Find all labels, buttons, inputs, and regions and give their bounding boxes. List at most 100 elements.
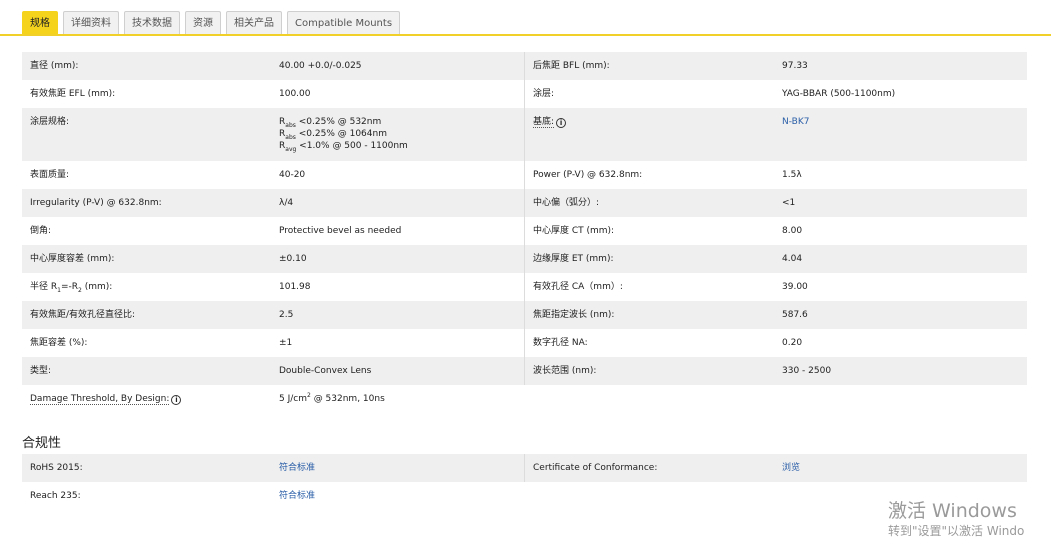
coating-spec-line: Rabs <0.25% @ 1064nm [279,128,516,140]
reach-link[interactable]: 符合标准 [279,491,315,501]
radius-label-pre: 半径 R [30,282,58,292]
table-row: 有效焦距/有效孔径直径比: 2.5 焦距指定波长 (nm): 587.6 [22,301,1027,329]
spec-label: Certificate of Conformance: [533,463,658,473]
substrate-label[interactable]: 基底: [533,117,555,128]
table-row: 直径 (mm): 40.00 +0.0/-0.025 后焦距 BFL (mm):… [22,52,1027,80]
spec-value: 587.6 [782,310,808,320]
coating-spec-text: <0.25% @ 1064nm [295,129,387,139]
spec-label: 有效焦距 EFL (mm): [30,89,116,99]
table-row: 倒角: Protective bevel as needed 中心厚度 CT (… [22,217,1027,245]
compliance-title: 合规性 [22,436,62,451]
spec-value: N-BK7 [774,108,1027,161]
spec-value: 100.00 [271,80,525,108]
spec-label: RoHS 2015: [30,463,83,473]
tab-details[interactable]: 详细资料 [63,11,119,34]
specifications-table: 直径 (mm): 40.00 +0.0/-0.025 后焦距 BFL (mm):… [22,52,1027,413]
spec-label: 中心厚度 CT (mm): [533,226,615,236]
table-row: RoHS 2015: 符合标准 Certificate of Conforman… [22,454,1027,482]
spec-value: ±0.10 [271,245,525,273]
spec-label: Irregularity (P-V) @ 632.8nm: [30,198,162,208]
radius-label-mid: =-R [60,282,78,292]
table-row: 半径 R1=-R2 (mm): 101.98 有效孔径 CA（mm）: 39.0… [22,273,1027,301]
spec-label: 半径 R1=-R2 (mm): [22,273,271,301]
damage-value-pre: 5 J/cm [279,394,307,404]
info-icon[interactable]: i [556,118,567,128]
spec-value: 5 J/cm2 @ 532nm, 10ns [271,385,525,413]
spec-label: 边缘厚度 ET (mm): [533,254,614,264]
spec-value: <1 [782,198,796,208]
spec-value: 4.04 [782,254,803,264]
tabs: 规格 详细资料 技术数据 资源 相关产品 Compatible Mounts [22,11,401,34]
table-row: Irregularity (P-V) @ 632.8nm: λ/4 中心偏（弧分… [22,189,1027,217]
spec-value: 浏览 [774,454,1027,482]
table-row: 有效焦距 EFL (mm): 100.00 涂层: YAG-BBAR (500-… [22,80,1027,108]
spec-label: 数字孔径 NA: [533,338,588,348]
tab-specifications[interactable]: 规格 [22,11,58,34]
tab-related-products[interactable]: 相关产品 [226,11,282,34]
spec-label [525,482,774,510]
spec-label: 波长范围 (nm): [533,366,597,376]
spec-label: Reach 235: [30,491,81,501]
coating-spec-text: <1.0% @ 500 - 1100nm [296,141,408,151]
spec-value: YAG-BBAR (500-1100nm) [782,89,896,99]
spec-value: 40.00 +0.0/-0.025 [271,52,525,80]
table-row: 焦距容差 (%): ±1 数字孔径 NA: 0.20 [22,329,1027,357]
table-row: 涂层规格: Rabs <0.25% @ 532nm Rabs <0.25% @ … [22,108,1027,161]
spec-value: 符合标准 [271,454,525,482]
damage-threshold-label[interactable]: Damage Threshold, By Design: [30,394,170,405]
spec-label: 有效孔径 CA（mm）: [533,282,623,292]
spec-value: 符合标准 [271,482,525,510]
table-row: 中心厚度容差 (mm): ±0.10 边缘厚度 ET (mm): 4.04 [22,245,1027,273]
spec-label: 中心厚度容差 (mm): [30,254,115,264]
substrate-link[interactable]: N-BK7 [782,117,809,127]
spec-value: 39.00 [782,282,808,292]
spec-value: ±1 [271,329,525,357]
spec-label: 后焦距 BFL (mm): [533,61,610,71]
spec-label: 中心偏（弧分）: [533,198,600,208]
radius-label-post: (mm): [81,282,113,292]
spec-label: Power (P-V) @ 632.8nm: [533,170,643,180]
table-row: Reach 235: 符合标准 [22,482,1027,510]
spec-value: Double-Convex Lens [271,357,525,385]
spec-value: 330 - 2500 [782,366,832,376]
spec-label: 直径 (mm): [30,61,79,71]
rohs-link[interactable]: 符合标准 [279,463,315,473]
compliance-table: RoHS 2015: 符合标准 Certificate of Conforman… [22,454,1027,510]
spec-value: 97.33 [782,61,808,71]
spec-value: 8.00 [782,226,803,236]
activation-watermark-text: 转到"设置"以激活 Windo [888,524,1025,538]
spec-label: 焦距指定波长 (nm): [533,310,615,320]
spec-value: 2.5 [271,301,525,329]
spec-value: Rabs <0.25% @ 532nm Rabs <0.25% @ 1064nm… [271,108,525,161]
tab-technical-data[interactable]: 技术数据 [124,11,180,34]
spec-value: Protective bevel as needed [271,217,525,245]
spec-label: 涂层: [533,89,555,99]
table-row: 类型: Double-Convex Lens 波长范围 (nm): 330 - … [22,357,1027,385]
spec-label: 基底: i [525,108,774,161]
activation-watermark-title: 激活 Windows [888,500,1017,522]
damage-value-post: @ 532nm, 10ns [310,394,385,404]
spec-value: 101.98 [271,273,525,301]
spec-label: 涂层规格: [30,117,70,127]
tab-bar: 规格 详细资料 技术数据 资源 相关产品 Compatible Mounts [0,0,1051,36]
table-row: Damage Threshold, By Design: i 5 J/cm2 @ … [22,385,1027,413]
coating-spec-text: <0.25% @ 532nm [295,117,382,127]
spec-label: 有效焦距/有效孔径直径比: [30,310,136,320]
coating-spec-line: Rabs <0.25% @ 532nm [279,116,516,128]
table-row: 表面质量: 40-20 Power (P-V) @ 632.8nm: 1.5λ [22,161,1027,189]
coating-spec-sub: avg [285,145,297,153]
spec-label: Damage Threshold, By Design: i [22,385,271,413]
coc-view-link[interactable]: 浏览 [782,463,800,473]
spec-label: 类型: [30,366,52,376]
tab-compatible-mounts[interactable]: Compatible Mounts [287,11,401,34]
spec-label: 焦距容差 (%): [30,338,88,348]
info-icon[interactable]: i [171,395,182,405]
spec-value: 0.20 [782,338,803,348]
spec-value: 1.5λ [782,170,802,180]
spec-value: 40-20 [271,161,525,189]
tab-resources[interactable]: 资源 [185,11,221,34]
spec-label: 倒角: [30,226,52,236]
spec-label: 表面质量: [30,170,70,180]
spec-value: λ/4 [271,189,525,217]
spec-value [774,385,1027,413]
